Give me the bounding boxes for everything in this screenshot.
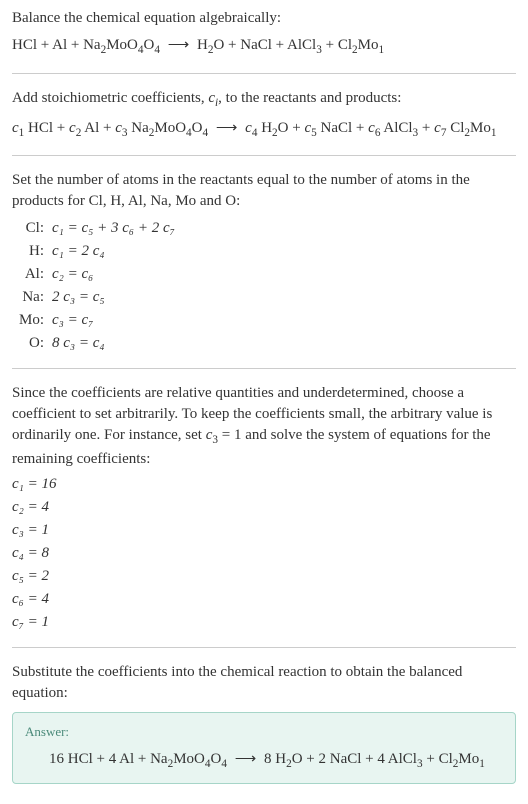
atom-row: O: 8 c₃ = c₄	[16, 333, 516, 354]
atom-label: Na:	[16, 287, 52, 308]
coeff-row: c₁ = 16	[12, 474, 516, 495]
balanced-equation: 16 HCl + 4 Al + Na2MoO4O4 ⟶ 8 H2O + 2 Na…	[25, 749, 503, 773]
intro-text-3: Set the number of atoms in the reactants…	[12, 170, 516, 212]
substitute-section: Substitute the coefficients into the che…	[12, 662, 516, 784]
coeff-row: c₄ = 8	[12, 543, 516, 564]
atom-row: Cl: c₁ = c₅ + 3 c₆ + 2 c₇	[16, 218, 516, 239]
atom-row: Mo: c₃ = c₇	[16, 310, 516, 331]
atom-label: O:	[16, 333, 52, 354]
intro-text-2: Add stoichiometric coefficients, ci, to …	[12, 88, 516, 112]
intro-text-1: Balance the chemical equation algebraica…	[12, 8, 516, 29]
coeff-row: c₅ = 2	[12, 566, 516, 587]
arrow-icon: ⟶	[235, 751, 257, 767]
coeff-row: c₃ = 1	[12, 520, 516, 541]
arrow-icon: ⟶	[216, 120, 238, 136]
divider	[12, 647, 516, 648]
solve-section: Since the coefficients are relative quan…	[12, 383, 516, 633]
intro-balance: Balance the chemical equation algebraica…	[12, 8, 516, 59]
intro-text-5: Substitute the coefficients into the che…	[12, 662, 516, 704]
atom-row: H: c₁ = 2 c₄	[16, 241, 516, 262]
atom-label: H:	[16, 241, 52, 262]
intro-text-4: Since the coefficients are relative quan…	[12, 383, 516, 470]
coefficient-list: c₁ = 16 c₂ = 4 c₃ = 1 c₄ = 8 c₅ = 2 c₆ =…	[12, 474, 516, 633]
atom-balance-section: Set the number of atoms in the reactants…	[12, 170, 516, 354]
atom-equation: c₁ = 2 c₄	[52, 241, 516, 262]
atom-equation: 2 c₃ = c₅	[52, 287, 516, 308]
arrow-icon: ⟶	[168, 37, 190, 53]
coeff-row: c₆ = 4	[12, 589, 516, 610]
stoich-equation: c1 HCl + c2 Al + c3 Na2MoO4O4 ⟶ c4 H2O +…	[12, 118, 516, 142]
coeff-row: c₇ = 1	[12, 612, 516, 633]
atom-equation: c₂ = c₆	[52, 264, 516, 285]
coeff-row: c₂ = 4	[12, 497, 516, 518]
atom-equation: c₃ = c₇	[52, 310, 516, 331]
divider	[12, 73, 516, 74]
atom-equation: 8 c₃ = c₄	[52, 333, 516, 354]
atom-row: Na: 2 c₃ = c₅	[16, 287, 516, 308]
stoich-section: Add stoichiometric coefficients, ci, to …	[12, 88, 516, 142]
atom-label: Al:	[16, 264, 52, 285]
atom-label: Cl:	[16, 218, 52, 239]
atom-equation: c₁ = c₅ + 3 c₆ + 2 c₇	[52, 218, 516, 239]
answer-label: Answer:	[25, 723, 503, 741]
atom-balance-table: Cl: c₁ = c₅ + 3 c₆ + 2 c₇ H: c₁ = 2 c₄ A…	[16, 218, 516, 354]
unbalanced-equation: HCl + Al + Na2MoO4O4 ⟶ H2O + NaCl + AlCl…	[12, 35, 516, 59]
atom-row: Al: c₂ = c₆	[16, 264, 516, 285]
answer-box: Answer: 16 HCl + 4 Al + Na2MoO4O4 ⟶ 8 H2…	[12, 712, 516, 784]
atom-label: Mo:	[16, 310, 52, 331]
divider	[12, 155, 516, 156]
divider	[12, 368, 516, 369]
